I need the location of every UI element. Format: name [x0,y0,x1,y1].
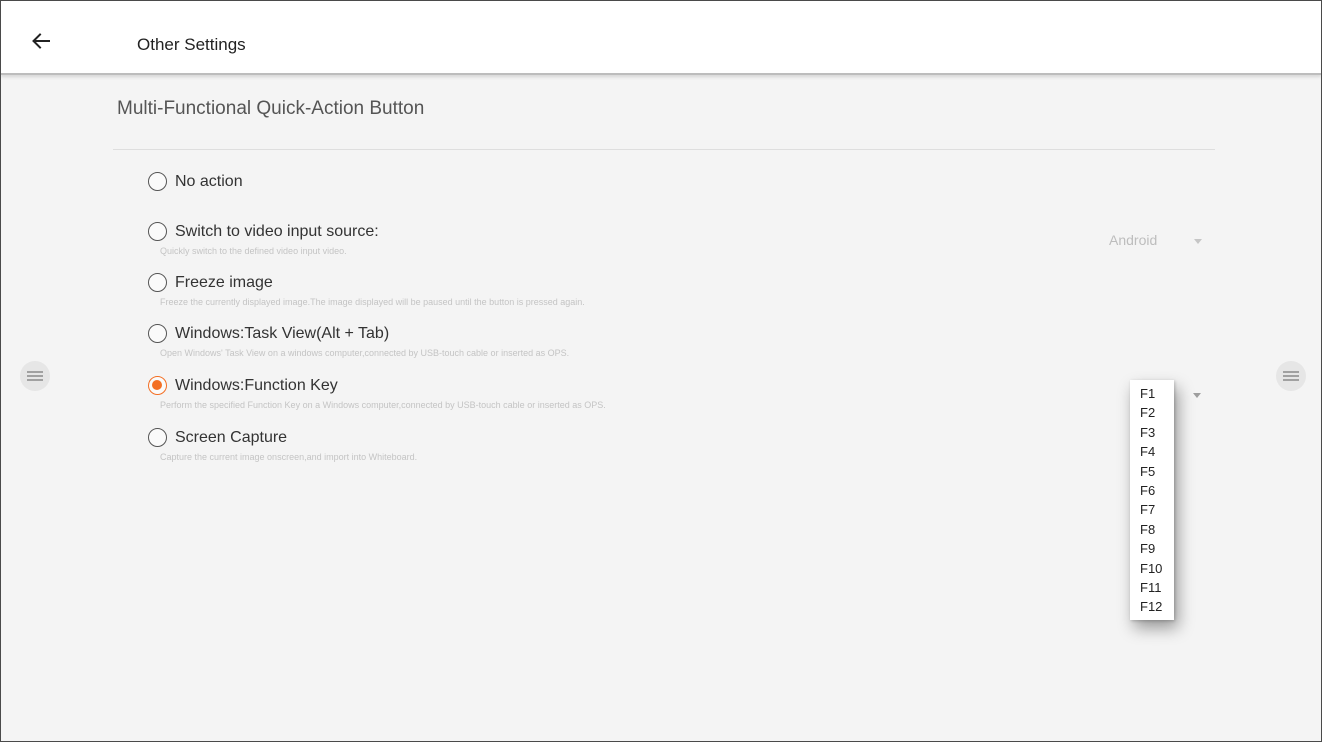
section-divider [113,149,1215,150]
page-title: Other Settings [137,35,246,54]
arrow-left-icon [32,33,50,49]
dropdown-item-f6[interactable]: F6 [1130,481,1174,500]
dropdown-item-f5[interactable]: F5 [1130,462,1174,481]
dropdown-item-f3[interactable]: F3 [1130,423,1174,442]
dropdown-item-f1[interactable]: F1 [1130,384,1174,403]
section-title: Multi-Functional Quick-Action Button [117,98,425,119]
top-bar: Other Settings [1,1,1321,75]
dropdown-item-f2[interactable]: F2 [1130,403,1174,422]
settings-window: Other Settings Multi-Functional Quick-Ac… [0,0,1322,742]
video-source-value: Android [1109,232,1158,248]
dropdown-item-f9[interactable]: F9 [1130,539,1174,558]
caret-down-icon[interactable] [1193,393,1201,398]
menu-lines-icon [1283,371,1299,381]
dropdown-item-f12[interactable]: F12 [1130,597,1174,616]
dropdown-item-f8[interactable]: F8 [1130,520,1174,539]
option-label: Windows:Task View(Alt + Tab) [175,325,390,342]
option-description: Freeze the currently displayed image.The… [160,297,585,307]
option-label: Screen Capture [175,429,288,446]
dropdown-item-f11[interactable]: F11 [1130,578,1174,597]
radio-task-view[interactable] [148,324,167,343]
dropdown-item-f7[interactable]: F7 [1130,500,1174,519]
caret-down-icon [1194,239,1202,244]
option-label: Freeze image [175,274,273,291]
option-description: Capture the current image onscreen,and i… [160,452,418,462]
radio-freeze-image[interactable] [148,273,167,292]
option-description: Open Windows' Task View on a windows com… [160,348,570,358]
left-side-handle[interactable] [20,361,50,391]
menu-lines-icon [27,371,43,381]
dropdown-item-f10[interactable]: F10 [1130,559,1174,578]
back-button[interactable] [27,27,55,55]
radio-no-action[interactable] [148,172,167,191]
right-side-handle[interactable] [1276,361,1306,391]
radio-function-key[interactable] [148,376,167,395]
option-label: Windows:Function Key [175,377,338,394]
option-description: Quickly switch to the defined video inpu… [160,246,347,256]
radio-switch-video-source[interactable] [148,222,167,241]
radio-screen-capture[interactable] [148,428,167,447]
option-label: Switch to video input source: [175,223,379,240]
option-description: Perform the specified Function Key on a … [160,400,606,410]
option-label: No action [175,173,243,190]
dropdown-item-f4[interactable]: F4 [1130,442,1174,461]
video-source-select[interactable]: Android [1107,230,1207,252]
function-key-dropdown: F1 F2 F3 F4 F5 F6 F7 F8 F9 F10 F11 F12 [1130,380,1174,620]
